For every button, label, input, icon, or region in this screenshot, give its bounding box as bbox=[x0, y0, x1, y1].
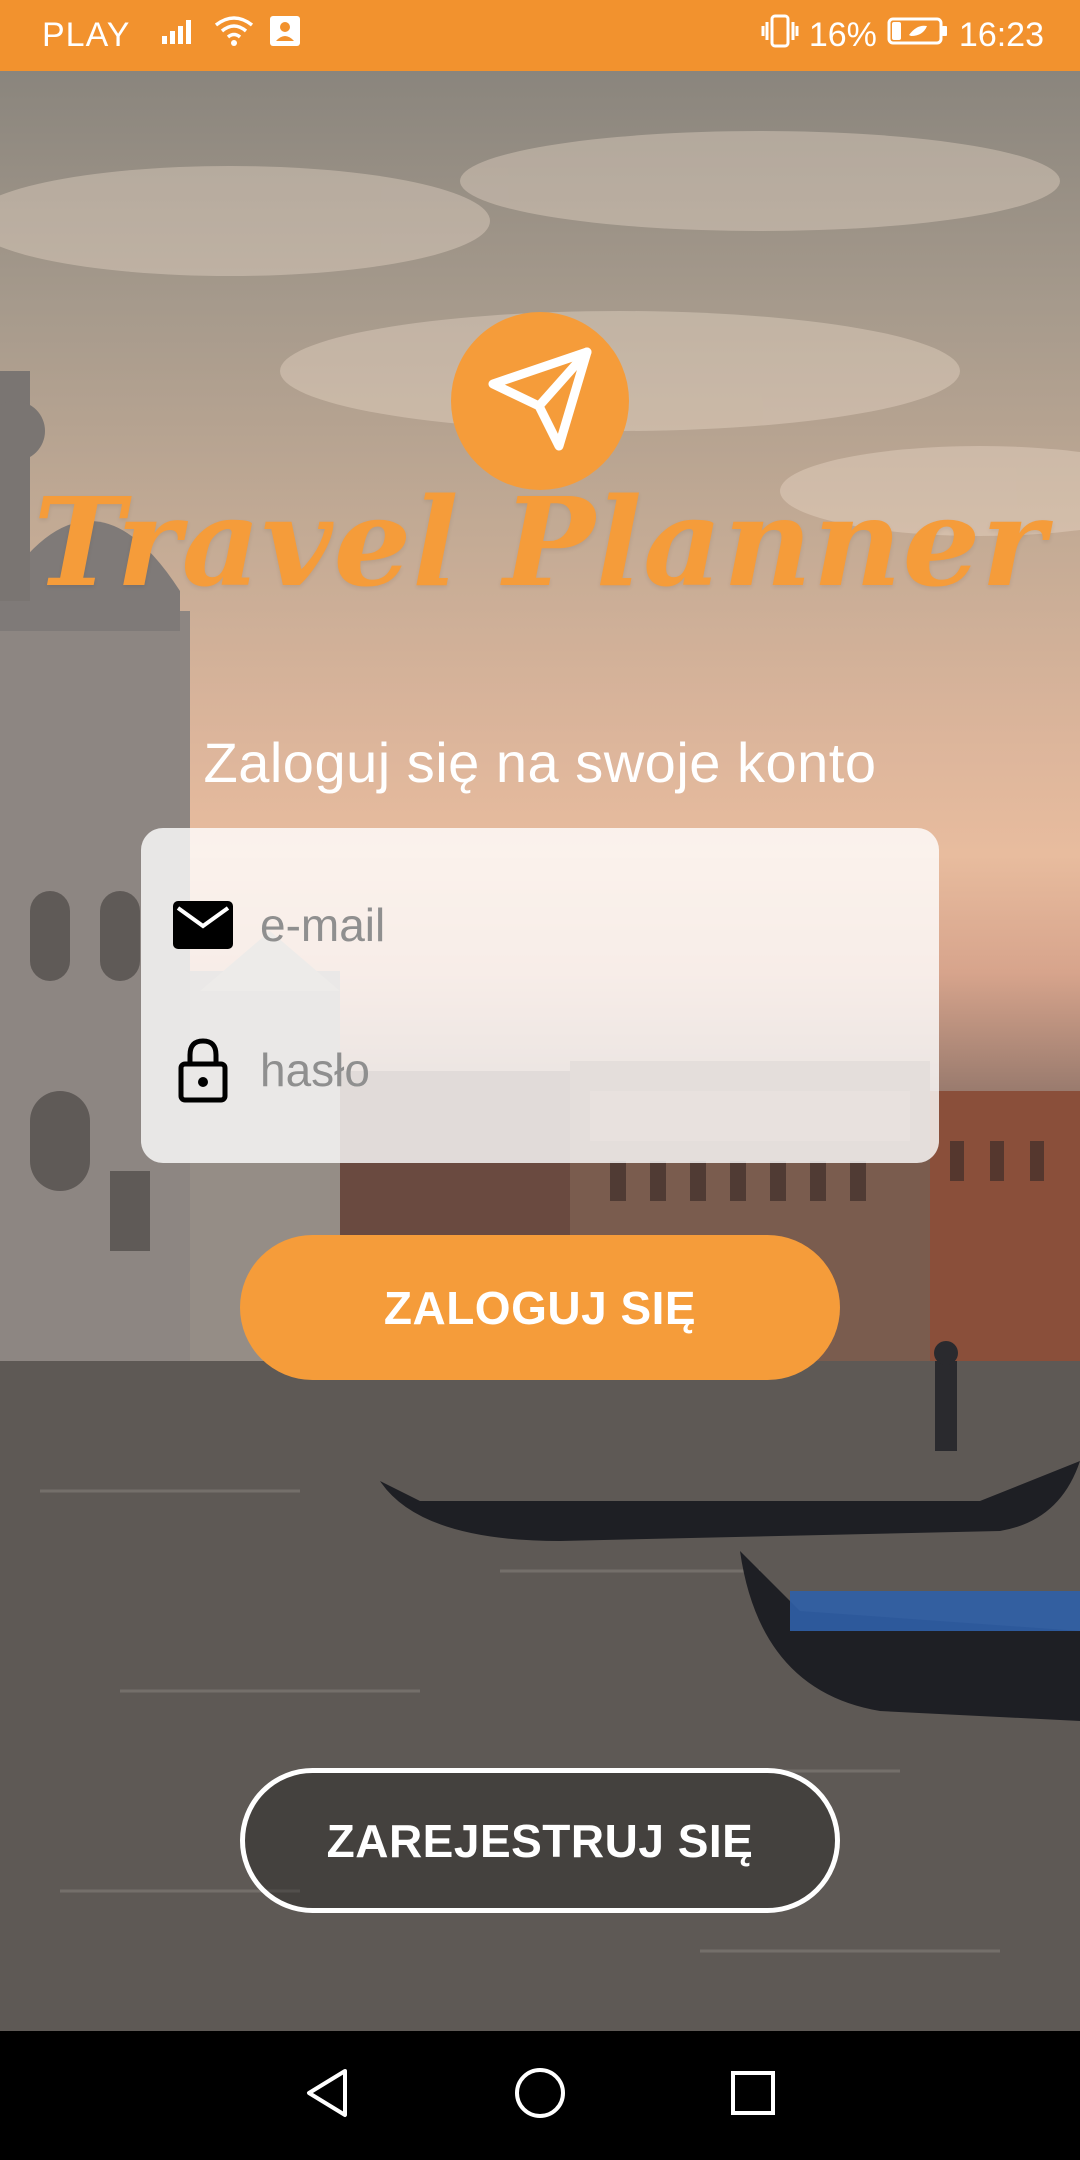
contact-card-icon bbox=[268, 14, 302, 57]
back-button[interactable] bbox=[287, 2056, 367, 2136]
status-bar: PLAY 16% 16:23 bbox=[0, 0, 1080, 71]
login-heading: Zaloguj się na swoje konto bbox=[203, 731, 877, 794]
app-logo bbox=[451, 312, 629, 490]
home-icon bbox=[513, 2066, 567, 2125]
clock: 16:23 bbox=[958, 16, 1044, 54]
password-field-row bbox=[141, 1010, 939, 1130]
status-left: PLAY bbox=[42, 14, 302, 57]
email-field-row bbox=[141, 865, 939, 985]
paper-plane-icon bbox=[475, 334, 605, 469]
lock-icon bbox=[168, 1037, 238, 1103]
wifi-icon bbox=[214, 15, 254, 56]
email-input[interactable] bbox=[258, 897, 862, 953]
recents-icon bbox=[729, 2069, 777, 2122]
carrier-name: PLAY bbox=[42, 16, 131, 54]
login-screen: PLAY 16% 16:23 Travel Planner Zaloguj si… bbox=[0, 0, 1080, 2160]
navigation-bar bbox=[0, 2031, 1080, 2160]
register-button[interactable]: ZAREJESTRUJ SIĘ bbox=[240, 1768, 840, 1913]
back-icon bbox=[303, 2067, 351, 2124]
recents-button[interactable] bbox=[713, 2056, 793, 2136]
home-button[interactable] bbox=[500, 2056, 580, 2136]
signal-icon bbox=[160, 16, 200, 55]
password-input[interactable] bbox=[258, 1042, 862, 1098]
envelope-icon bbox=[168, 900, 238, 950]
status-right: 16% 16:23 bbox=[761, 14, 1044, 57]
battery-percent: 16% bbox=[808, 16, 877, 54]
vibrate-icon bbox=[761, 14, 799, 57]
battery-icon bbox=[887, 16, 949, 55]
login-button[interactable]: ZALOGUJ SIĘ bbox=[240, 1235, 840, 1380]
app-title: Travel Planner bbox=[33, 470, 1047, 614]
